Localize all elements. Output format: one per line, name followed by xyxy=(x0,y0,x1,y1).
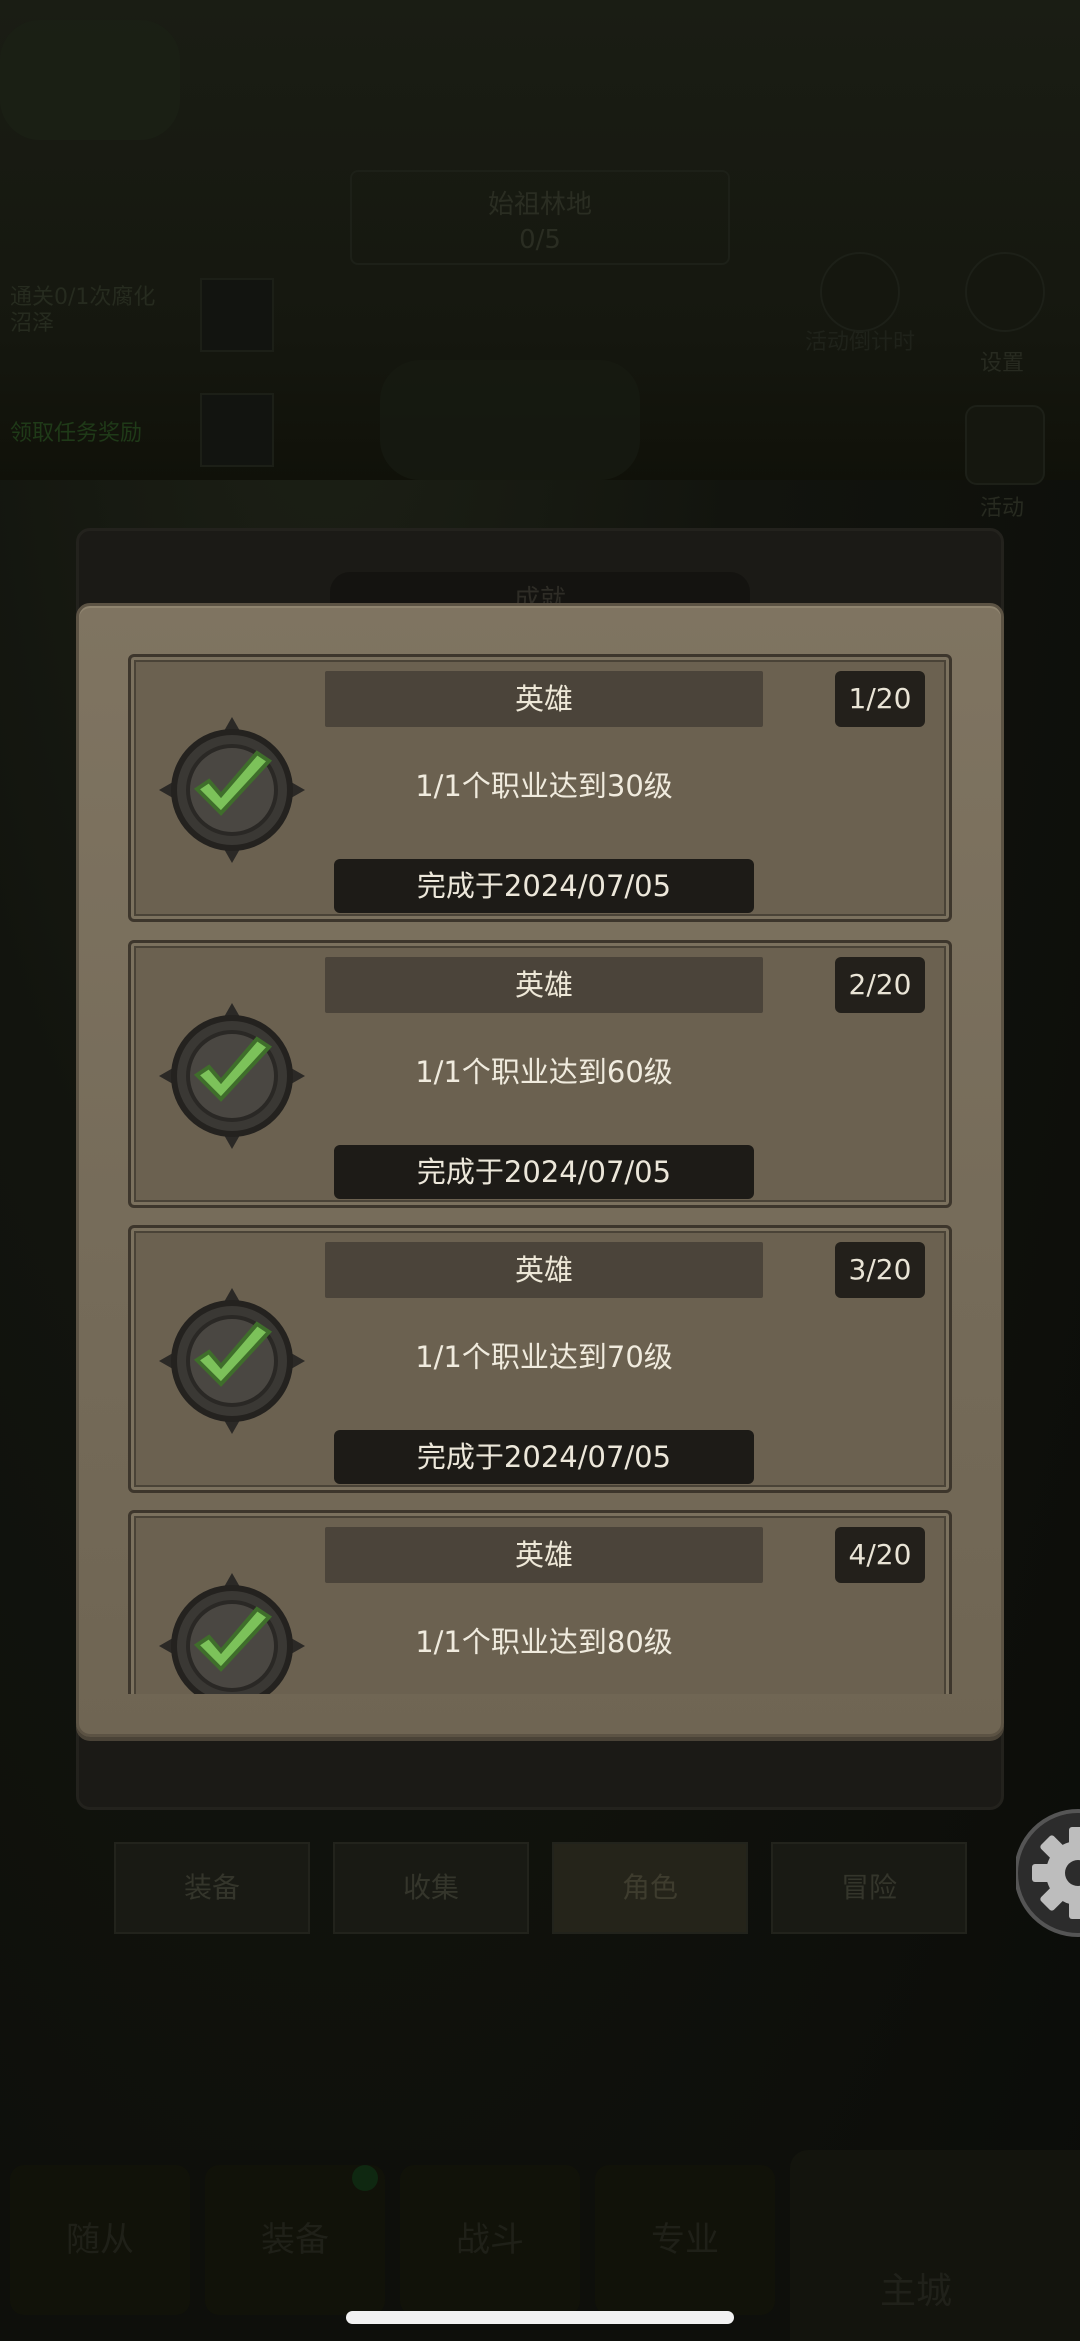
achievement-count: 1/20 xyxy=(835,671,925,727)
nav-battle[interactable]: 战斗 xyxy=(400,2165,580,2315)
achievement-title: 英雄 xyxy=(325,1242,763,1298)
achievement-description: 1/1个职业达到30级 xyxy=(415,769,673,803)
achievement-title: 英雄 xyxy=(325,957,763,1013)
background-tree xyxy=(380,360,640,480)
nav-profession[interactable]: 专业 xyxy=(595,2165,775,2315)
achievement-title: 英雄 xyxy=(325,671,763,727)
tab-collection[interactable]: 收集 xyxy=(333,1842,529,1934)
settings-icon xyxy=(965,252,1045,332)
activity-icon xyxy=(965,405,1045,485)
achievement-description: 1/1个职业达到70级 xyxy=(415,1340,673,1374)
home-indicator[interactable] xyxy=(346,2311,734,2324)
notification-dot xyxy=(352,2165,378,2191)
quest-sub: 领取任务奖励 xyxy=(10,421,143,446)
achievement-description: 1/1个职业达到60级 xyxy=(415,1055,673,1089)
checkmark-badge-icon xyxy=(157,715,307,865)
settings-label: 设置 xyxy=(980,351,1025,376)
gear-icon[interactable] xyxy=(1014,1808,1080,1938)
achievement-card: 英雄 4/20 1/1个职业达到80级 xyxy=(128,1510,952,1694)
quest-slot xyxy=(200,393,274,467)
achievement-count: 3/20 xyxy=(835,1242,925,1298)
nav-followers[interactable]: 随从 xyxy=(10,2165,190,2315)
completion-date: 完成于2024/07/05 xyxy=(334,859,754,913)
nav-main-city-label: 主城 xyxy=(880,2271,953,2312)
quest-slot xyxy=(200,278,274,352)
tab-equipment[interactable]: 装备 xyxy=(114,1842,310,1934)
tab-adventure[interactable]: 冒险 xyxy=(771,1842,967,1934)
achievement-title: 英雄 xyxy=(325,1527,763,1583)
achievement-count: 2/20 xyxy=(835,957,925,1013)
tab-character[interactable]: 角色 xyxy=(552,1842,748,1934)
area-progress: 0/5 xyxy=(519,225,561,255)
checkmark-badge-icon xyxy=(157,1001,307,1151)
achievement-card: 英雄 2/20 1/1个职业达到60级 完成于2024/07/05 xyxy=(128,940,952,1208)
checkmark-badge-icon xyxy=(157,1286,307,1436)
area-title: 始祖林地 xyxy=(487,190,592,220)
area-header: 始祖林地 0/5 xyxy=(350,170,730,265)
completion-date: 完成于2024/07/05 xyxy=(334,1430,754,1484)
quest-text: 通关0/1次腐化沼泽 xyxy=(10,285,156,336)
background-tree xyxy=(0,20,180,140)
activity-label: 活动 xyxy=(980,496,1025,521)
achievement-card: 英雄 1/20 1/1个职业达到30级 完成于2024/07/05 xyxy=(128,654,952,922)
event-icon xyxy=(820,252,900,332)
achievement-count: 4/20 xyxy=(835,1527,925,1583)
checkmark-badge-icon xyxy=(157,1571,307,1694)
achievement-description: 1/1个职业达到80级 xyxy=(415,1625,673,1659)
completion-date: 完成于2024/07/05 xyxy=(334,1145,754,1199)
achievement-list[interactable]: 英雄 1/20 1/1个职业达到30级 完成于2024/07/05 英雄 2/2… xyxy=(124,650,954,1694)
achievement-card: 英雄 3/20 1/1个职业达到70级 完成于2024/07/05 xyxy=(128,1225,952,1493)
event-notice: 活动倒计时 xyxy=(804,330,915,355)
